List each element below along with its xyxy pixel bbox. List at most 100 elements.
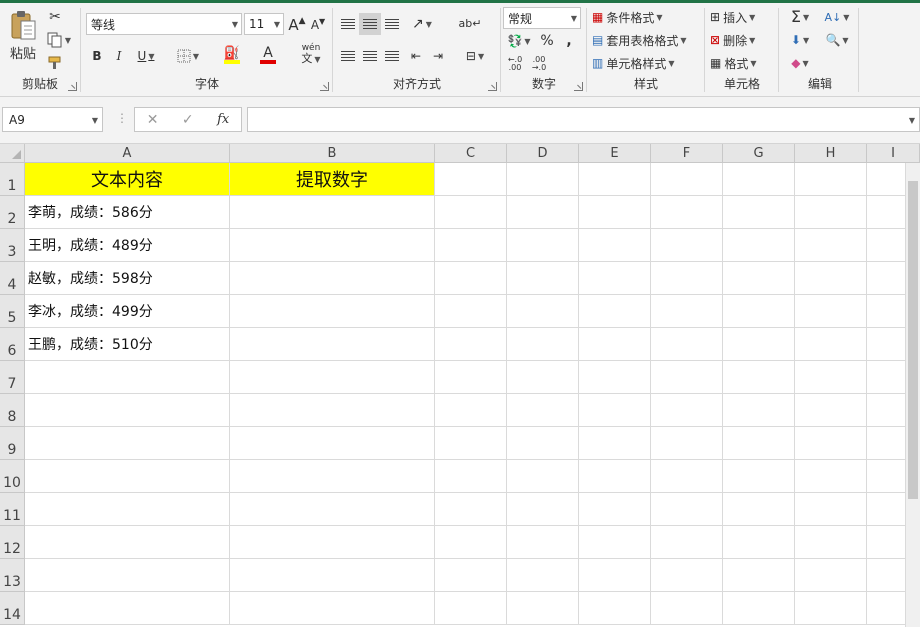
resize-handle-icon[interactable]: ⋮ [116, 111, 128, 125]
column-header-g[interactable]: G [723, 144, 795, 163]
cell-f2[interactable] [651, 196, 723, 229]
italic-button[interactable]: I [110, 45, 128, 67]
row-header-11[interactable]: 11 [0, 493, 25, 526]
accounting-format-button[interactable]: 💱 ▼ [504, 31, 534, 51]
cell-h5[interactable] [795, 295, 867, 328]
cell-h13[interactable] [795, 559, 867, 592]
column-header-h[interactable]: H [795, 144, 867, 163]
cut-button[interactable]: ✂ [44, 7, 66, 27]
font-size-select[interactable]: 11 ▼ [244, 13, 284, 35]
align-left-button[interactable] [338, 45, 358, 67]
merge-center-button[interactable]: ⊟ ▼ [458, 45, 492, 67]
cell-e13[interactable] [579, 559, 651, 592]
cell-d2[interactable] [507, 196, 579, 229]
find-select-button[interactable]: 🔍 ▼ [820, 30, 854, 50]
cell-f13[interactable] [651, 559, 723, 592]
row-header-2[interactable]: 2 [0, 196, 25, 229]
cell-styles-button[interactable]: ▥ 单元格样式 ▼ [592, 53, 702, 73]
format-painter-button[interactable] [44, 53, 66, 73]
cell-b5[interactable] [230, 295, 435, 328]
cell-g2[interactable] [723, 196, 795, 229]
cell-h7[interactable] [795, 361, 867, 394]
cell-g6[interactable] [723, 328, 795, 361]
font-launcher-icon[interactable] [320, 82, 329, 91]
row-header-1[interactable]: 1 [0, 163, 25, 196]
row-header-13[interactable]: 13 [0, 559, 25, 592]
row-header-5[interactable]: 5 [0, 295, 25, 328]
cell-a2[interactable]: 李萌，成绩：586分 [25, 196, 230, 229]
row-header-6[interactable]: 6 [0, 328, 25, 361]
cell-g13[interactable] [723, 559, 795, 592]
cell-c12[interactable] [435, 526, 507, 559]
cell-c14[interactable] [435, 592, 507, 625]
cell-h12[interactable] [795, 526, 867, 559]
column-header-e[interactable]: E [579, 144, 651, 163]
cell-h11[interactable] [795, 493, 867, 526]
cell-h2[interactable] [795, 196, 867, 229]
cell-b9[interactable] [230, 427, 435, 460]
cell-e9[interactable] [579, 427, 651, 460]
cell-f12[interactable] [651, 526, 723, 559]
cell-b1[interactable]: 提取数字 [230, 163, 435, 196]
cell-b4[interactable] [230, 262, 435, 295]
column-header-b[interactable]: B [230, 144, 435, 163]
vertical-scrollbar[interactable] [905, 163, 920, 627]
cell-e12[interactable] [579, 526, 651, 559]
cancel-icon[interactable]: ✕ [147, 112, 159, 128]
cell-c13[interactable] [435, 559, 507, 592]
number-format-select[interactable]: 常规 ▼ [503, 7, 581, 29]
wrap-text-button[interactable]: ab↵ [458, 11, 482, 35]
cell-g1[interactable] [723, 163, 795, 196]
cell-b2[interactable] [230, 196, 435, 229]
row-header-14[interactable]: 14 [0, 592, 25, 625]
name-box[interactable]: A9 ▼ [2, 107, 103, 132]
cell-h9[interactable] [795, 427, 867, 460]
font-color-button[interactable]: A [252, 43, 284, 67]
cell-a6[interactable]: 王鹏，成绩：510分 [25, 328, 230, 361]
cell-c11[interactable] [435, 493, 507, 526]
cell-d3[interactable] [507, 229, 579, 262]
cell-e14[interactable] [579, 592, 651, 625]
column-header-d[interactable]: D [507, 144, 579, 163]
cell-a14[interactable] [25, 592, 230, 625]
confirm-icon[interactable]: ✓ [182, 112, 194, 128]
cell-c9[interactable] [435, 427, 507, 460]
align-bottom-button[interactable] [382, 13, 402, 35]
cell-a9[interactable] [25, 427, 230, 460]
cell-h4[interactable] [795, 262, 867, 295]
cell-b6[interactable] [230, 328, 435, 361]
cell-f6[interactable] [651, 328, 723, 361]
cell-g12[interactable] [723, 526, 795, 559]
autosum-button[interactable]: Σ ▼ [784, 7, 816, 27]
row-header-7[interactable]: 7 [0, 361, 25, 394]
cell-a4[interactable]: 赵敏，成绩：598分 [25, 262, 230, 295]
align-right-button[interactable] [382, 45, 402, 67]
row-header-12[interactable]: 12 [0, 526, 25, 559]
cell-e4[interactable] [579, 262, 651, 295]
copy-button[interactable]: ▼ [44, 30, 74, 50]
format-as-table-button[interactable]: ▤ 套用表格格式 ▼ [592, 30, 702, 50]
cell-b3[interactable] [230, 229, 435, 262]
bold-button[interactable]: B [88, 45, 106, 67]
cell-c7[interactable] [435, 361, 507, 394]
cell-e7[interactable] [579, 361, 651, 394]
underline-button[interactable]: U ▼ [132, 45, 160, 67]
cell-d14[interactable] [507, 592, 579, 625]
cell-f11[interactable] [651, 493, 723, 526]
cell-e2[interactable] [579, 196, 651, 229]
increase-indent-button[interactable]: ⇥ [428, 45, 448, 67]
cell-a10[interactable] [25, 460, 230, 493]
cell-b8[interactable] [230, 394, 435, 427]
decrease-decimal-button[interactable]: .00 →.0 [528, 54, 550, 74]
font-name-select[interactable]: 等线 ▼ [86, 13, 242, 35]
cell-c2[interactable] [435, 196, 507, 229]
cell-c10[interactable] [435, 460, 507, 493]
cell-e11[interactable] [579, 493, 651, 526]
delete-cells-button[interactable]: ⊠ 删除 ▼ [710, 30, 776, 50]
cell-b7[interactable] [230, 361, 435, 394]
cell-h8[interactable] [795, 394, 867, 427]
cell-f1[interactable] [651, 163, 723, 196]
cell-b11[interactable] [230, 493, 435, 526]
row-header-3[interactable]: 3 [0, 229, 25, 262]
cell-h3[interactable] [795, 229, 867, 262]
